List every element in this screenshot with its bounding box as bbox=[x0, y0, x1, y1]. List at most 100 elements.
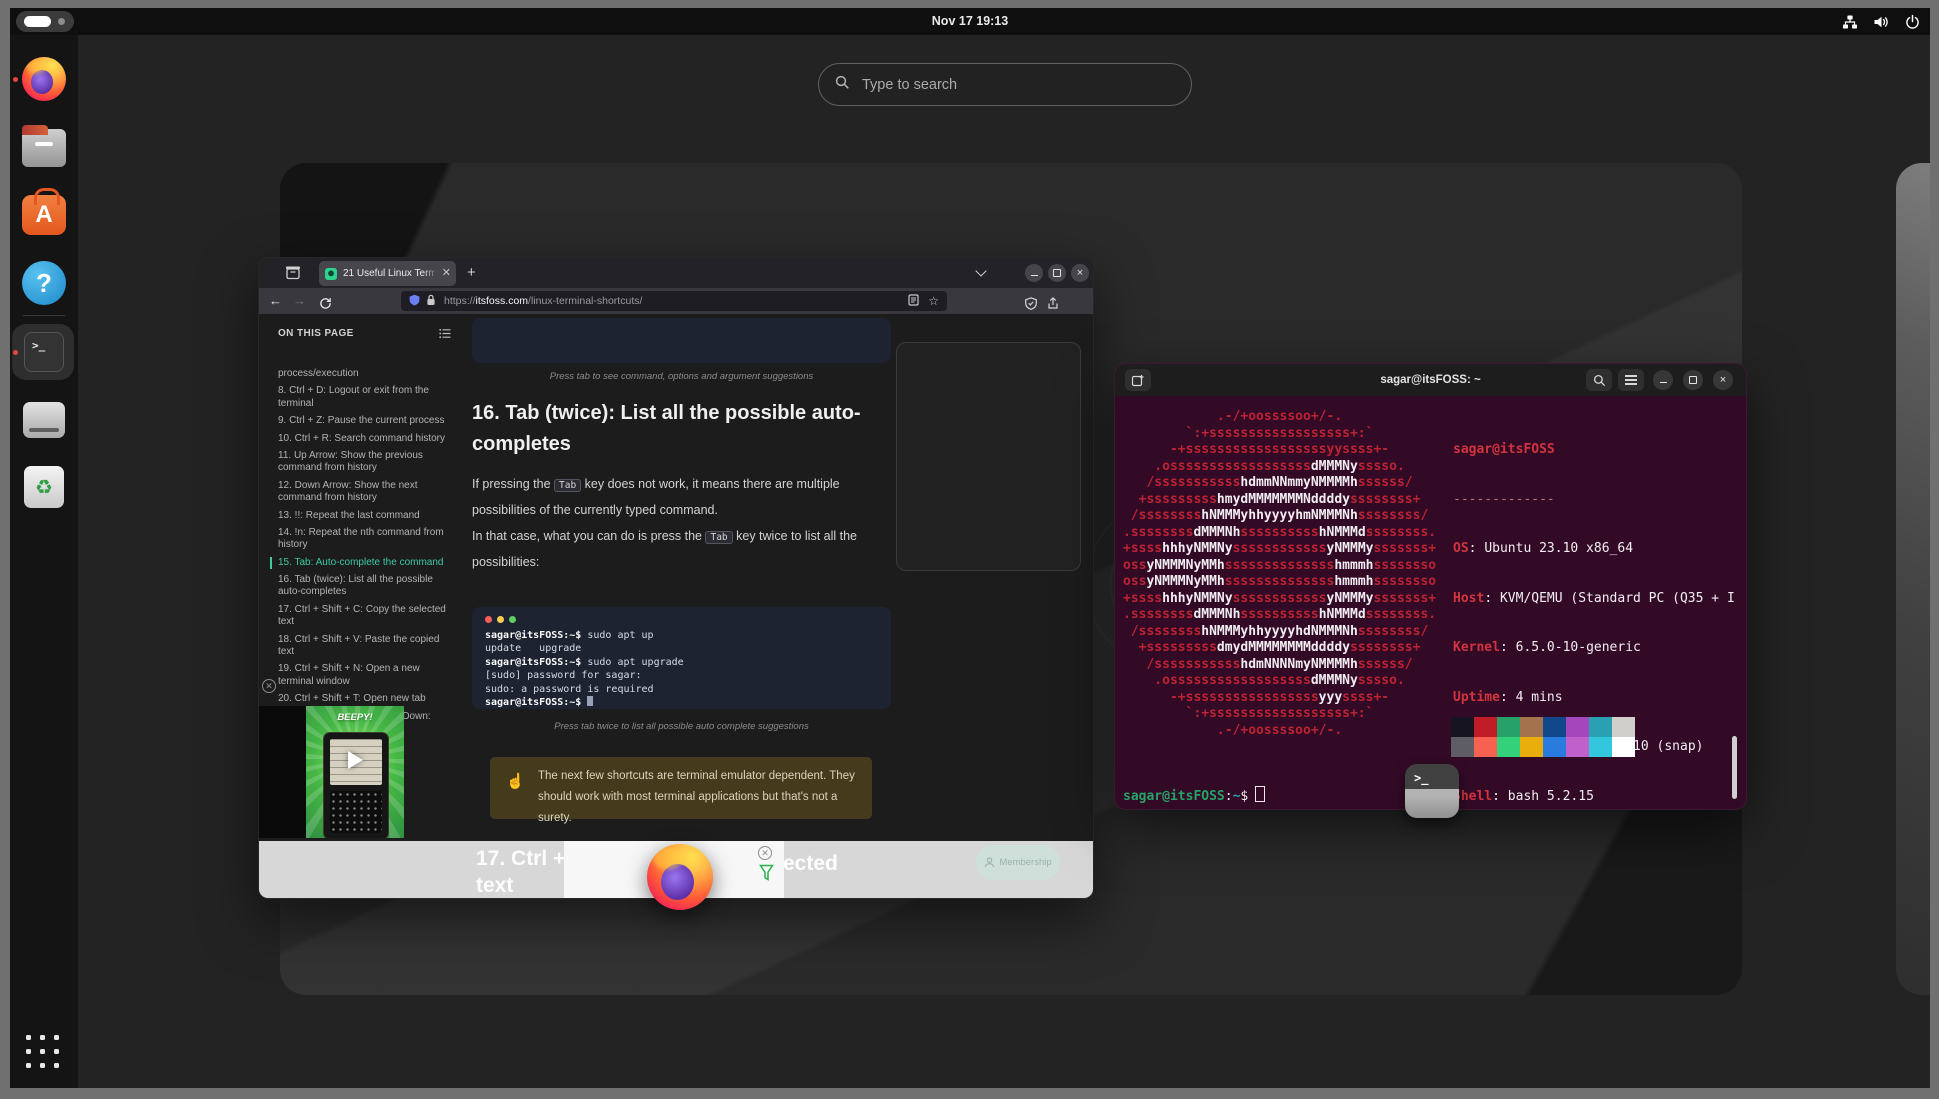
dock-item-firefox[interactable] bbox=[22, 57, 66, 101]
terminal-search-button[interactable] bbox=[1586, 369, 1612, 391]
play-icon[interactable] bbox=[348, 751, 363, 769]
terminal-window[interactable]: sagar@itsFOSS: ~ × .-/+oossssoo+/-. `:+s… bbox=[1114, 363, 1747, 810]
system-status-area[interactable] bbox=[1842, 8, 1920, 35]
search-icon bbox=[835, 75, 850, 95]
toc-link[interactable]: 18. Ctrl + Shift + V: Paste the copied t… bbox=[278, 634, 450, 659]
terminal-minimize-button[interactable] bbox=[1653, 370, 1673, 390]
dock-item-removable-media[interactable] bbox=[23, 398, 67, 442]
toc-link[interactable]: 12. Down Arrow: Show the next command fr… bbox=[278, 480, 450, 505]
toc-link[interactable]: 14. !n: Repeat the nth command from hist… bbox=[278, 527, 450, 552]
neofetch-user-host: sagar@itsFOSS bbox=[1453, 442, 1555, 457]
terminal-content: .-/+oossssoo+/-. `:+ssssssssssssssssss+:… bbox=[1115, 396, 1746, 809]
firefox-view-icon[interactable] bbox=[285, 265, 301, 285]
reader-view-icon[interactable] bbox=[908, 293, 919, 309]
dock-item-files[interactable] bbox=[22, 125, 66, 169]
terminal-scrollbar[interactable] bbox=[1732, 736, 1737, 799]
paragraph: In that case, what you can do is press t… bbox=[472, 529, 857, 569]
list-tabs-chevron-icon[interactable] bbox=[975, 265, 987, 277]
toc-link[interactable]: 11. Up Arrow: Show the previous command … bbox=[278, 450, 450, 475]
code-line: sagar@itsFOSS:~$ bbox=[485, 696, 878, 709]
terminal-title-bar: sagar@itsFOSS: ~ × bbox=[1115, 364, 1746, 396]
toc-link[interactable]: 17. Ctrl + Shift + C: Copy the selected … bbox=[278, 604, 450, 629]
terminal-window-title: sagar@itsFOSS: ~ bbox=[1380, 374, 1481, 386]
terminal-icon: >_ bbox=[24, 332, 64, 372]
maximize-button[interactable] bbox=[1048, 264, 1066, 282]
obscured-heading-fragment: text bbox=[476, 874, 514, 897]
code-line: sagar@itsFOSS:~$ sudo apt up bbox=[485, 630, 654, 641]
dash-dock: A ? >_ bbox=[10, 35, 78, 1088]
person-icon bbox=[985, 857, 995, 868]
note-callout: ☝ The next few shortcuts are terminal em… bbox=[490, 757, 872, 824]
shell-prompt: sagar@itsFOSS:~$ bbox=[1123, 786, 1266, 806]
neofetch-separator: ------------- bbox=[1453, 491, 1555, 507]
files-icon bbox=[22, 125, 66, 167]
toc-link[interactable]: 20. Ctrl + Shift + T: Open new tab bbox=[278, 693, 450, 705]
clock[interactable]: Nov 17 19:13 bbox=[10, 8, 1930, 35]
new-tab-button[interactable]: + bbox=[467, 262, 476, 284]
overview-search[interactable] bbox=[818, 63, 1192, 106]
toc-link[interactable]: 13. !!: Repeat the last command bbox=[278, 510, 450, 522]
video-frame: BEEPY! bbox=[306, 706, 404, 838]
sticky-video-ad[interactable]: BEEPY! bbox=[259, 706, 404, 838]
show-applications-button[interactable] bbox=[26, 1035, 59, 1068]
tab-title-fade bbox=[423, 261, 439, 286]
terminal-close-button[interactable]: × bbox=[1713, 370, 1733, 390]
pointing-hand-icon: ☝ bbox=[506, 773, 525, 790]
toc-link-active[interactable]: 15. Tab: Auto-complete the command bbox=[270, 556, 450, 570]
palette-row-1 bbox=[1451, 717, 1635, 737]
figure-caption: Press tab to see command, options and ar… bbox=[549, 371, 814, 382]
firefox-window[interactable]: 21 Useful Linux Terminal Sh ✕ + × ← → bbox=[258, 257, 1094, 899]
adjacent-workspace-preview[interactable] bbox=[1896, 163, 1930, 995]
code-line: update upgrade bbox=[485, 643, 582, 655]
obscured-heading-fragment: ected bbox=[783, 852, 838, 875]
forward-button[interactable]: → bbox=[293, 288, 306, 314]
close-button[interactable]: × bbox=[1071, 264, 1089, 282]
membership-button[interactable]: Membership bbox=[976, 845, 1060, 880]
terminal-window-badge-icon[interactable]: >_ bbox=[1405, 764, 1459, 818]
dock-item-ubuntu-software[interactable]: A bbox=[22, 188, 66, 235]
dock-item-terminal[interactable]: >_ bbox=[24, 332, 68, 376]
terminal-menu-button[interactable] bbox=[1618, 369, 1644, 391]
ubuntu-software-icon: A bbox=[22, 188, 66, 235]
help-icon: ? bbox=[22, 261, 66, 305]
page-content: ON THIS PAGE process/execution 8. Ctrl +… bbox=[259, 314, 1093, 898]
toc-link[interactable]: 19. Ctrl + Shift + N: Open a new termina… bbox=[278, 663, 450, 688]
firefox-window-badge-icon[interactable] bbox=[647, 844, 713, 910]
toc-link[interactable]: 8. Ctrl + D: Logout or exit from the ter… bbox=[278, 385, 450, 410]
top-bar: Nov 17 19:13 bbox=[10, 8, 1930, 35]
search-input[interactable] bbox=[860, 75, 1154, 94]
obscured-heading-fragment: 17. Ctrl + bbox=[476, 847, 566, 870]
bookmark-star-icon[interactable]: ☆ bbox=[928, 294, 939, 308]
url-text: https://itsfoss.com/linux-terminal-short… bbox=[444, 295, 643, 307]
toc-link[interactable]: 16. Tab (twice): List all the possible a… bbox=[278, 574, 450, 599]
tab-title: 21 Useful Linux Terminal Sh bbox=[343, 268, 435, 279]
dock-item-trash[interactable] bbox=[24, 466, 68, 510]
note-text: The next few shortcuts are terminal emul… bbox=[538, 770, 855, 824]
url-bar[interactable]: https://itsfoss.com/linux-terminal-short… bbox=[401, 291, 947, 311]
phone-image bbox=[323, 732, 389, 838]
tab-close-icon[interactable]: ✕ bbox=[442, 261, 451, 286]
desktop: Nov 17 19:13 A ? >_ ♻ Type to search 21 … bbox=[10, 8, 1930, 1088]
toc-link[interactable]: 9. Ctrl + Z: Pause the current process bbox=[278, 415, 450, 427]
minimize-button[interactable] bbox=[1025, 264, 1043, 282]
palette-row-2 bbox=[1451, 737, 1635, 757]
firefox-tab-bar: 21 Useful Linux Terminal Sh ✕ + × bbox=[259, 258, 1093, 288]
toc-link[interactable]: process/execution bbox=[278, 368, 450, 380]
video-close-icon[interactable]: ✕ bbox=[262, 679, 276, 693]
toc-link[interactable]: 10. Ctrl + R: Search command history bbox=[278, 433, 450, 445]
lock-icon[interactable] bbox=[426, 294, 436, 309]
code-line: [sudo] password for sagar: bbox=[485, 670, 642, 682]
code-line: sudo: a password is required bbox=[485, 683, 654, 695]
terminal-running-dot bbox=[13, 350, 18, 355]
banner-close-icon[interactable]: ✕ bbox=[758, 846, 772, 860]
browser-tab[interactable]: 21 Useful Linux Terminal Sh ✕ bbox=[319, 261, 456, 286]
back-button[interactable]: ← bbox=[269, 288, 282, 314]
video-ad-title: BEEPY! bbox=[337, 712, 373, 723]
network-icon bbox=[1842, 14, 1858, 30]
terminal-maximize-button[interactable] bbox=[1683, 370, 1703, 390]
phone-keyboard bbox=[330, 791, 382, 833]
dock-item-help[interactable]: ? bbox=[22, 261, 66, 305]
toc-list-icon[interactable] bbox=[439, 326, 451, 344]
firefox-running-dot bbox=[13, 77, 18, 82]
tracking-shield-icon[interactable] bbox=[409, 294, 420, 309]
